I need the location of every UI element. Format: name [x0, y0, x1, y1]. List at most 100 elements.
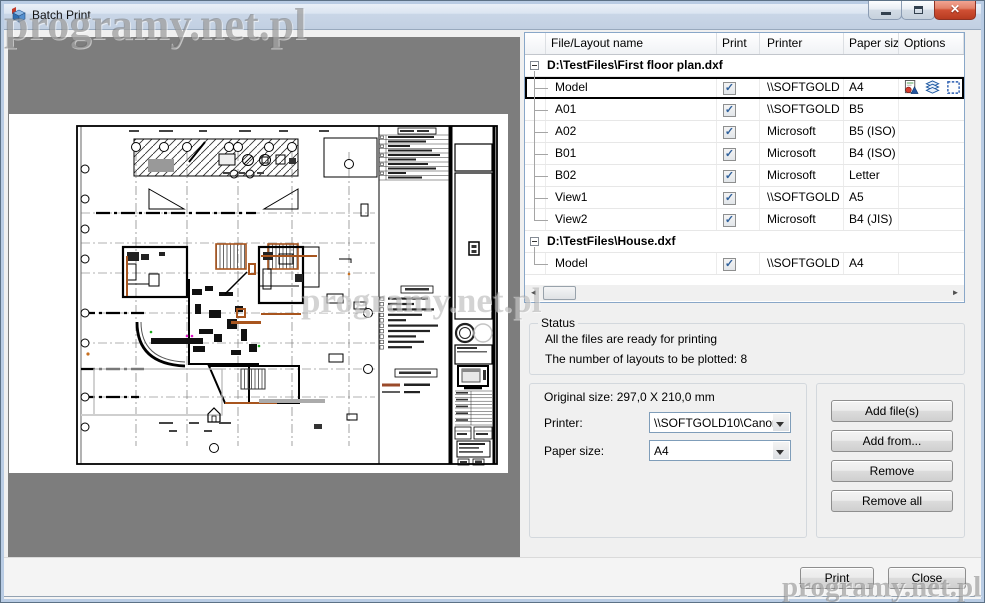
- column-header-options[interactable]: Options: [899, 33, 964, 54]
- printer-select[interactable]: \\SOFTGOLD10\Canon: [649, 412, 791, 433]
- plot-settings-icon[interactable]: [904, 80, 919, 95]
- layouts-table[interactable]: File/Layout namePrintPrinterPaper sizeOp…: [524, 32, 965, 303]
- tree-connector: [534, 110, 535, 121]
- scrollbar-thumb[interactable]: [543, 286, 576, 300]
- print-checkbox[interactable]: ✓: [723, 214, 736, 227]
- layout-row-model[interactable]: Model✓\\SOFTGOLDA4: [525, 253, 964, 275]
- printer-value: Microsoft: [760, 143, 844, 164]
- paper-size-select[interactable]: A4: [649, 440, 791, 461]
- minimize-icon: [881, 12, 891, 15]
- app-icon: [10, 6, 27, 23]
- paper-size-select-value: A4: [654, 444, 669, 458]
- layout-name: A01: [546, 99, 717, 120]
- layout-row-model[interactable]: Model✓\\SOFTGOLDA4: [525, 77, 964, 99]
- print-button[interactable]: Print: [800, 567, 874, 589]
- drawing-preview-pane: [8, 37, 520, 557]
- options-cell: [899, 77, 964, 98]
- floor-plan-drawing: [9, 114, 508, 473]
- print-checkbox[interactable]: ✓: [723, 148, 736, 161]
- layout-row-b01[interactable]: B01 ✓ MicrosoftB4 (ISO): [525, 143, 964, 165]
- status-groupbox: Status All the files are ready for print…: [529, 323, 965, 375]
- print-checkbox[interactable]: ✓: [723, 258, 736, 271]
- paper-size-value: A4: [844, 253, 899, 274]
- close-dialog-button[interactable]: Close: [888, 567, 966, 589]
- add-files-button[interactable]: Add file(s): [831, 400, 953, 422]
- layout-row-a01[interactable]: A01✓\\SOFTGOLDB5: [525, 99, 964, 121]
- options-cell: [899, 253, 964, 274]
- layout-name: Model: [546, 253, 717, 274]
- header-blank-cell[interactable]: [525, 33, 546, 54]
- column-header-file-layout-name[interactable]: File/Layout name: [546, 33, 717, 54]
- options-cell: [899, 209, 964, 230]
- tree-connector: [534, 77, 548, 89]
- tree-connector: [534, 253, 548, 265]
- scroll-left-arrow[interactable]: ◄: [525, 285, 542, 301]
- tree-connector: [534, 165, 548, 177]
- status-label: Status: [538, 316, 578, 330]
- layout-row-view1[interactable]: View1✓\\SOFTGOLDA5: [525, 187, 964, 209]
- print-extents-icon[interactable]: [946, 80, 961, 95]
- paper-size-value: B4 (ISO): [844, 143, 899, 164]
- print-checkbox[interactable]: ✓: [723, 82, 736, 95]
- column-header-printer[interactable]: Printer: [760, 33, 844, 54]
- layout-name: A02: [546, 121, 717, 142]
- layout-row-a02[interactable]: A02✓MicrosoftB5 (ISO): [525, 121, 964, 143]
- printer-value: Microsoft: [760, 209, 844, 230]
- print-cell: ✓: [717, 253, 760, 274]
- tree-connector: [534, 121, 548, 133]
- tree-connector: [534, 176, 535, 187]
- tree-connector: [534, 99, 548, 111]
- print-checkbox[interactable]: ✓: [723, 126, 736, 139]
- tree-connector: [534, 143, 548, 155]
- paper-size-label: Paper size:: [544, 444, 604, 458]
- tree-connector: [534, 154, 535, 165]
- chevron-down-icon: [776, 422, 784, 431]
- options-cell: [899, 121, 964, 142]
- printer-value: Microsoft: [760, 121, 844, 142]
- title-bar: Batch Print: [1, 1, 985, 30]
- remove-all-button[interactable]: Remove all: [831, 490, 953, 512]
- tree-connector: [534, 88, 535, 99]
- close-button[interactable]: ✕: [934, 1, 976, 20]
- print-cell: ✓: [717, 77, 760, 98]
- print-checkbox[interactable]: ✓: [723, 104, 736, 117]
- file-group-row[interactable]: D:\TestFiles\House.dxf: [525, 231, 964, 253]
- print-cell: ✓: [717, 209, 760, 230]
- column-header-paper-size[interactable]: Paper size: [844, 33, 899, 54]
- print-checkbox[interactable]: ✓: [723, 192, 736, 205]
- printer-select-value: \\SOFTGOLD10\Canon: [654, 416, 779, 430]
- printer-value: Microsoft: [760, 165, 844, 186]
- layout-name: Model: [546, 77, 717, 98]
- footer-divider: [4, 596, 983, 597]
- print-cell: ✓: [717, 99, 760, 120]
- paper-size-value: Letter: [844, 165, 899, 186]
- file-group-row[interactable]: D:\TestFiles\First floor plan.dxf: [525, 55, 964, 77]
- layout-row-b02[interactable]: B02 ✓ MicrosoftLetter: [525, 165, 964, 187]
- chevron-down-icon: [776, 450, 784, 459]
- add-from-button[interactable]: Add from...: [831, 430, 953, 452]
- layout-row-view2[interactable]: View2✓MicrosoftB4 (JIS): [525, 209, 964, 231]
- horizontal-scrollbar[interactable]: ◄ ►: [525, 285, 964, 301]
- file-path-label: D:\TestFiles\House.dxf: [547, 234, 675, 248]
- printer-select-dropdown[interactable]: [773, 414, 789, 431]
- print-checkbox[interactable]: ✓: [723, 170, 736, 183]
- layout-name: B01: [546, 143, 717, 164]
- tree-connector: [534, 198, 535, 209]
- layers-icon[interactable]: [925, 80, 940, 95]
- maximize-button[interactable]: [901, 1, 935, 20]
- status-line-2: The number of layouts to be plotted: 8: [545, 352, 747, 366]
- tree-connector: [534, 132, 535, 143]
- collapse-expander-icon[interactable]: [530, 61, 539, 70]
- remove-button[interactable]: Remove: [831, 460, 953, 482]
- paper-size-value: B4 (JIS): [844, 209, 899, 230]
- scroll-right-arrow[interactable]: ►: [947, 285, 964, 301]
- column-header-print[interactable]: Print: [717, 33, 760, 54]
- print-cell: ✓: [717, 143, 760, 164]
- collapse-expander-icon[interactable]: [530, 237, 539, 246]
- minimize-button[interactable]: [868, 1, 902, 20]
- paper-size-select-dropdown[interactable]: [773, 442, 789, 459]
- close-icon: ✕: [935, 2, 975, 16]
- layout-name: B02: [546, 165, 717, 186]
- original-size-label: Original size: 297,0 X 210,0 mm: [544, 390, 715, 404]
- file-path-label: D:\TestFiles\First floor plan.dxf: [547, 58, 723, 72]
